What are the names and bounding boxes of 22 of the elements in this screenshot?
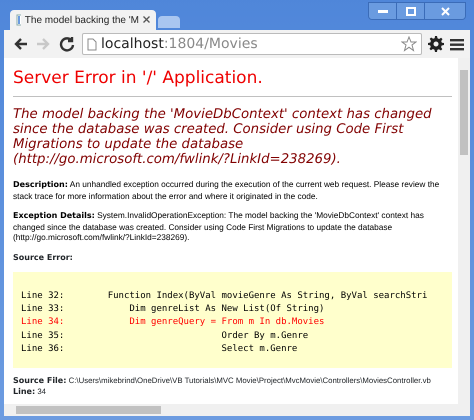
description-text: Description: An unhandled exception occurred during the execution of the current web request. Please review the stack trace for more information about the error and where it originated in the code. [13, 179, 440, 202]
close-icon[interactable] [425, 3, 465, 19]
code-line: Line 33: Dim genreList As New List(Of String) [21, 303, 326, 316]
settings-icon[interactable] [428, 36, 444, 52]
page-icon [16, 14, 21, 26]
code-line: Line 34: Dim genreQuery = From m In db.Movies [21, 316, 326, 330]
code-line: Line 36: Select m.Genre [21, 343, 298, 356]
page-title: Server Error in '/' Application. [13, 68, 264, 88]
menu-icon[interactable] [450, 38, 464, 50]
code-line: Line 35: Order By m.Genre [21, 330, 310, 343]
horizontal-scrollbar[interactable] [4, 404, 470, 416]
page-icon [87, 38, 97, 50]
section-label: Source Error: [13, 252, 74, 264]
exception-details-text: Exception Details: System.InvalidOperationException: The model backing the 'MovieDbContext' context has changed since the database was created. Consider using Code First Migrations to update the database (http://go.microsoft.com/fwlink/?LinkId=238269). [13, 210, 425, 243]
address-bar[interactable]: localhost:1804/Movies [82, 33, 422, 55]
code-line: Line 32: Function Index(ByVal movieGenre As String, ByVal searchStri [21, 290, 428, 303]
minimize-icon[interactable] [369, 3, 397, 19]
maximize-icon[interactable] [397, 3, 425, 19]
star-icon[interactable] [401, 36, 417, 52]
error-message: The model backing the 'MovieDbContext' context has changed since the database was created. Consider using Code First Migrations to update the database (http://go.microsoft.com/fwlink/?LinkId=238269). [13, 107, 433, 168]
browser-tab[interactable]: The model backing the 'M [10, 10, 156, 30]
reload-button[interactable] [58, 35, 76, 53]
